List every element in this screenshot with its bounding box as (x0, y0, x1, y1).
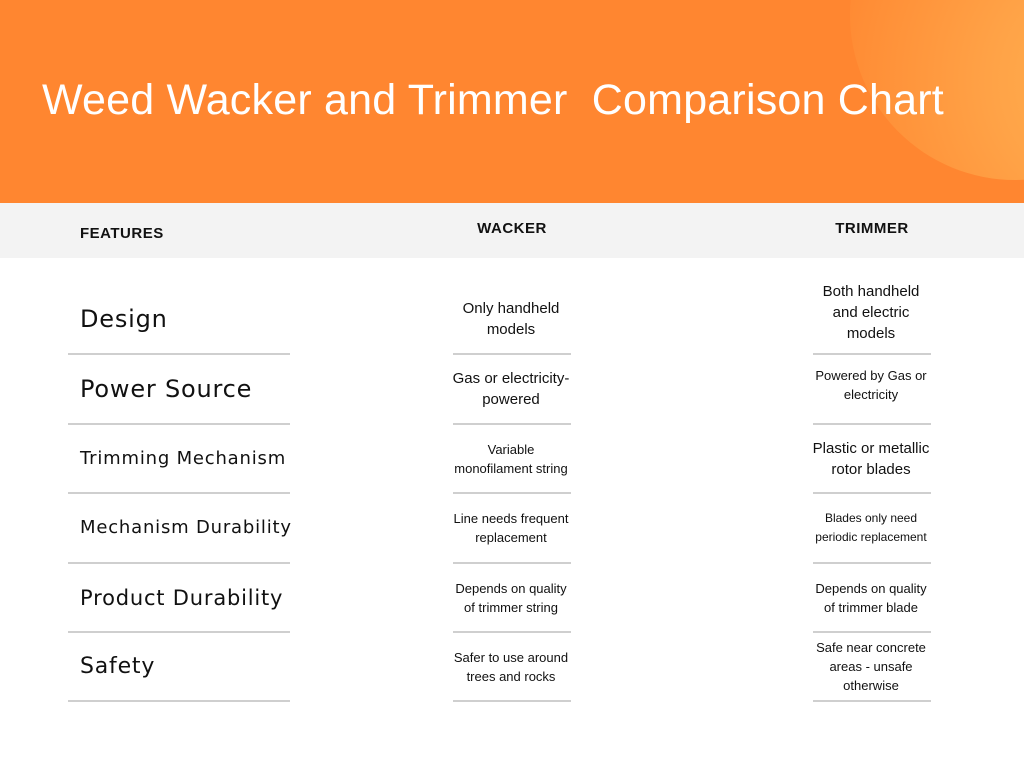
feature-label: Product Durability (80, 585, 284, 610)
table-row: Mechanism Durability Line needs frequent… (0, 493, 1024, 562)
column-header-features: FEATURES (80, 225, 164, 242)
table-row: Product Durability Depends on quality of… (0, 563, 1024, 632)
feature-label: Mechanism Durability (80, 517, 292, 538)
trimmer-cell: Both handheld and electric models (822, 283, 920, 342)
feature-label: Safety (80, 654, 156, 679)
feature-label: Trimming Mechanism (80, 448, 287, 469)
column-header-wacker: WACKER (477, 220, 547, 237)
wacker-cell: Only handheld models (462, 299, 560, 338)
trimmer-cell: Plastic or metallic rotor blades (812, 439, 930, 478)
trimmer-cell: Blades only need periodic replacement (815, 510, 927, 544)
feature-label: Design (80, 304, 168, 333)
page-title: Weed Wacker and Trimmer Comparison Chart (42, 76, 944, 124)
table-row: Safety Safer to use around trees and roc… (0, 632, 1024, 701)
trimmer-cell: Safe near concrete areas - unsafe otherw… (816, 640, 926, 693)
trimmer-cell: Depends on quality of trimmer blade (815, 580, 927, 615)
title-banner: Weed Wacker and Trimmer Comparison Chart (0, 0, 1024, 203)
wacker-cell: Safer to use around trees and rocks (453, 649, 569, 684)
column-header-trimmer: TRIMMER (835, 220, 909, 237)
row-divider (68, 700, 290, 702)
wacker-cell: Gas or electricity-powered (452, 369, 570, 408)
trimmer-cell: Powered by Gas or electricity (815, 367, 927, 402)
wacker-cell: Variable monofilament string (454, 441, 568, 476)
wacker-cell: Line needs frequent replacement (453, 510, 569, 545)
wacker-cell: Depends on quality of trimmer string (455, 580, 567, 615)
table-row: Design Only handheld models Both handhel… (0, 283, 1024, 353)
table-row: Trimming Mechanism Variable monofilament… (0, 424, 1024, 493)
row-divider (813, 700, 931, 702)
feature-label: Power Source (80, 374, 253, 403)
row-divider (453, 700, 571, 702)
table-row: Power Source Gas or electricity-powered … (0, 354, 1024, 423)
